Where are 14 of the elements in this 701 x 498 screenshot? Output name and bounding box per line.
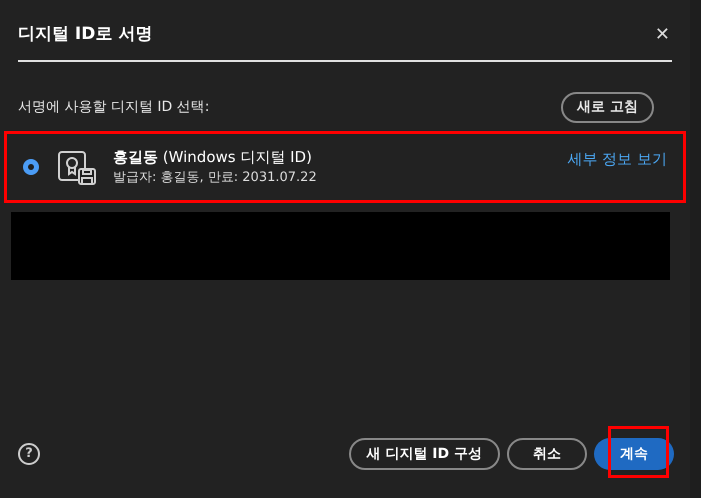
id-details: 발급자: 홍길동, 만료: 2031.07.22 — [113, 169, 318, 187]
help-icon[interactable]: ? — [18, 443, 40, 465]
details-link[interactable]: 세부 정보 보기 — [567, 148, 667, 170]
footer-button[interactable]: 새 디지털 ID 구성 — [348, 438, 500, 470]
close-button[interactable]: ✕ — [654, 26, 670, 44]
id-name: 홍길동 (Windows 디지털 ID) — [113, 146, 313, 168]
radio-button[interactable] — [23, 158, 39, 174]
footer-button[interactable]: 취소 — [507, 438, 587, 470]
certificate-icon — [57, 148, 97, 184]
footer-button[interactable]: 계속 — [594, 438, 674, 470]
refresh-button[interactable]: 새로 고침 — [561, 92, 654, 122]
digital-id-item[interactable]: 홍길동 (Windows 디지털 ID) 발급자: 홍길동, 만료: 2031.07.22 세부 정보 보기 — [4, 130, 686, 202]
prompt-label: 서명에 사용할 디지털 ID 선택: — [18, 98, 210, 116]
dialog-title: 디지털 ID로 서명 — [18, 23, 152, 46]
